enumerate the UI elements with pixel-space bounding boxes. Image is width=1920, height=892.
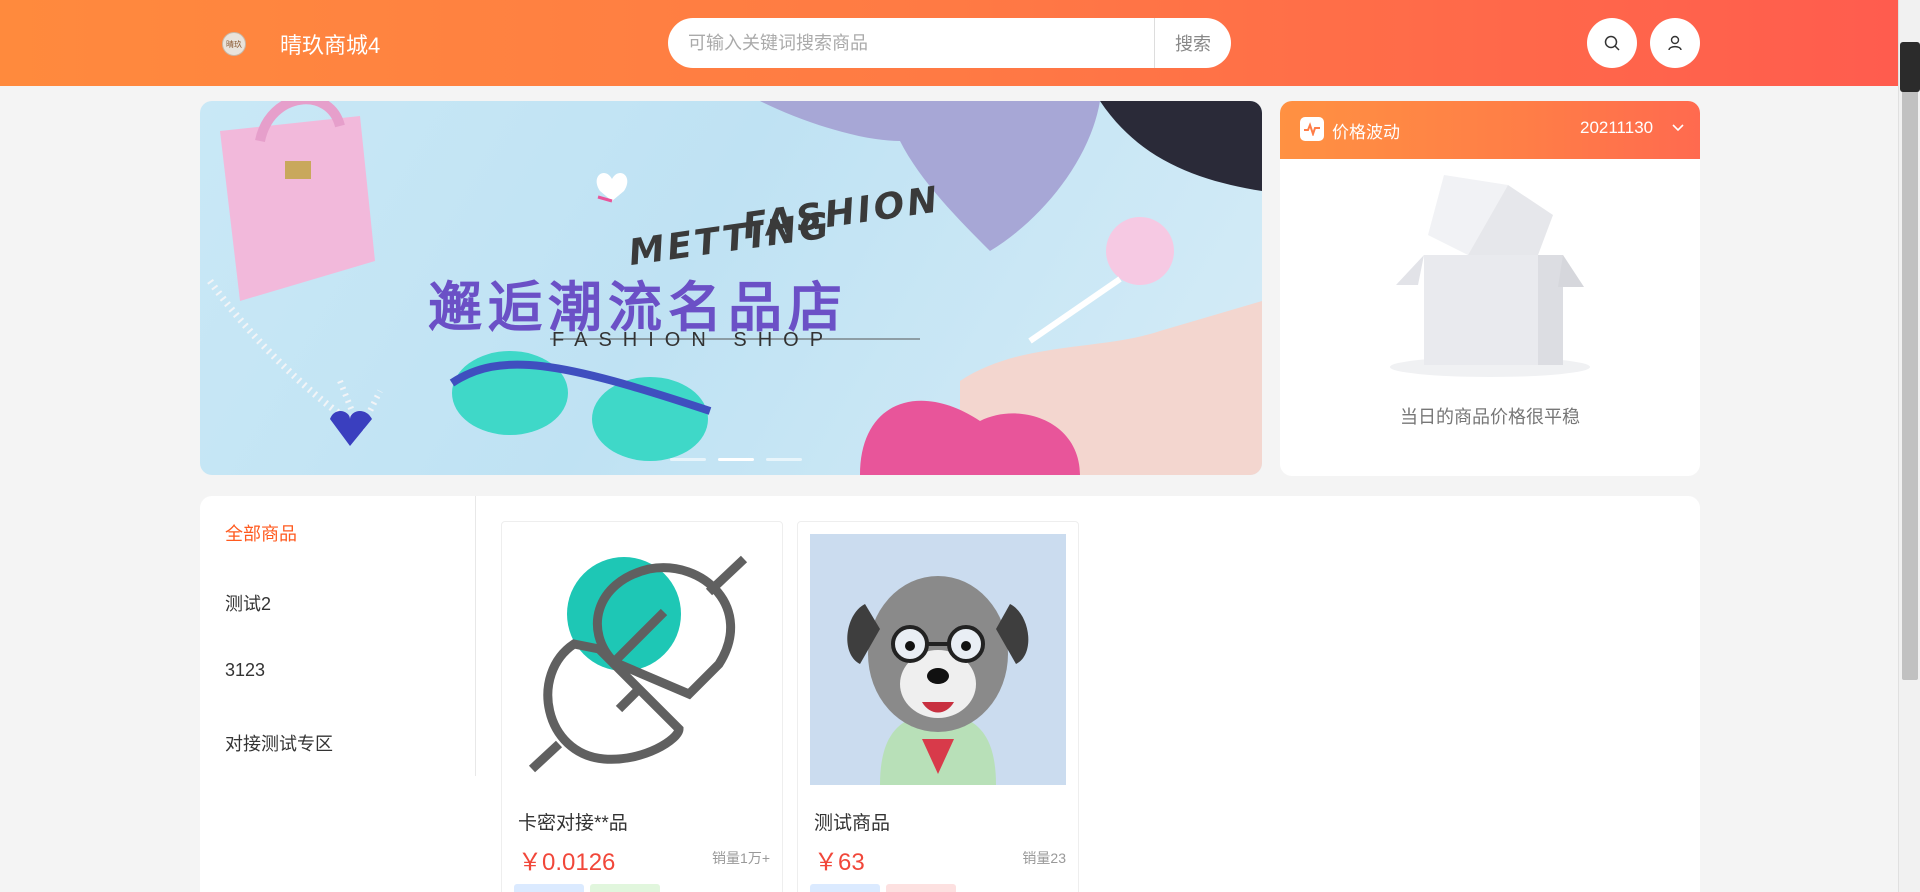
category-item-3123[interactable]: 3123 [225,660,265,681]
carousel-indicators [670,458,802,461]
search-icon [1604,35,1620,51]
logo-text: 晴玖 [226,39,242,49]
product-name: 测试商品 [814,813,891,834]
link-logo-icon [528,555,748,773]
product-card[interactable]: 卡密对接**品 ￥0.0126 销量1万+ [501,521,783,892]
wave-chart-icon [1300,117,1324,141]
chevron-down-icon[interactable] [1672,122,1684,134]
product-tag [590,884,660,892]
banner-subline: FASHION SHOP [552,329,835,351]
product-sales: 销量23 [1022,850,1066,866]
user-button[interactable] [1650,18,1700,68]
empty-message: 当日的商品价格很平稳 [1400,407,1580,427]
product-tag [810,884,880,892]
product-price: ￥0.0126 [518,849,616,876]
category-item-integration[interactable]: 对接测试专区 [225,730,333,756]
product-price: ￥63 [814,849,865,876]
category-sidebar: 全部商品 测试2 3123 对接测试专区 [200,496,476,776]
floating-widget[interactable] [1900,42,1920,92]
dog-photo [810,534,1066,785]
search-button[interactable]: 搜索 [1154,18,1231,68]
product-card[interactable]: 测试商品 ￥63 销量23 [797,521,1079,892]
product-tag [514,884,584,892]
top-header: 晴玖 晴玖商城4 搜索 [0,0,1898,86]
shop-title[interactable]: 晴玖商城4 [280,28,380,60]
date-select[interactable]: 20211130 [1580,118,1653,138]
category-item-all[interactable]: 全部商品 [225,520,297,546]
product-name: 卡密对接**品 [518,813,628,834]
panel-title: 价格波动 [1332,123,1400,142]
empty-box-icon [1390,175,1590,377]
search-input[interactable] [668,18,1154,68]
scrollbar-thumb[interactable] [1902,46,1918,680]
user-icon [1668,35,1682,51]
promo-banner[interactable]: METTING FASHION 邂逅潮流名品店 FASHION SHOP [200,101,1262,475]
product-image [514,534,770,785]
carousel-dot[interactable] [718,458,754,461]
carousel-dot[interactable] [766,458,802,461]
product-section: 全部商品 测试2 3123 对接测试专区 卡密对接**品 ￥0.0126 销量1… [200,496,1700,892]
product-image [810,534,1066,785]
category-item-test2[interactable]: 测试2 [225,590,271,616]
logo-icon[interactable]: 晴玖 [222,32,246,56]
panel-header: 价格波动 20211130 [1280,101,1700,159]
price-fluctuation-panel: 价格波动 20211130 当日的商品价格很平稳 [1280,101,1700,476]
product-tag [886,884,956,892]
product-sales: 销量1万+ [712,850,770,866]
page-scrollbar[interactable] [1898,0,1920,892]
search-icon-button[interactable] [1587,18,1637,68]
search-bar: 搜索 [668,18,1231,68]
carousel-dot[interactable] [670,458,706,461]
